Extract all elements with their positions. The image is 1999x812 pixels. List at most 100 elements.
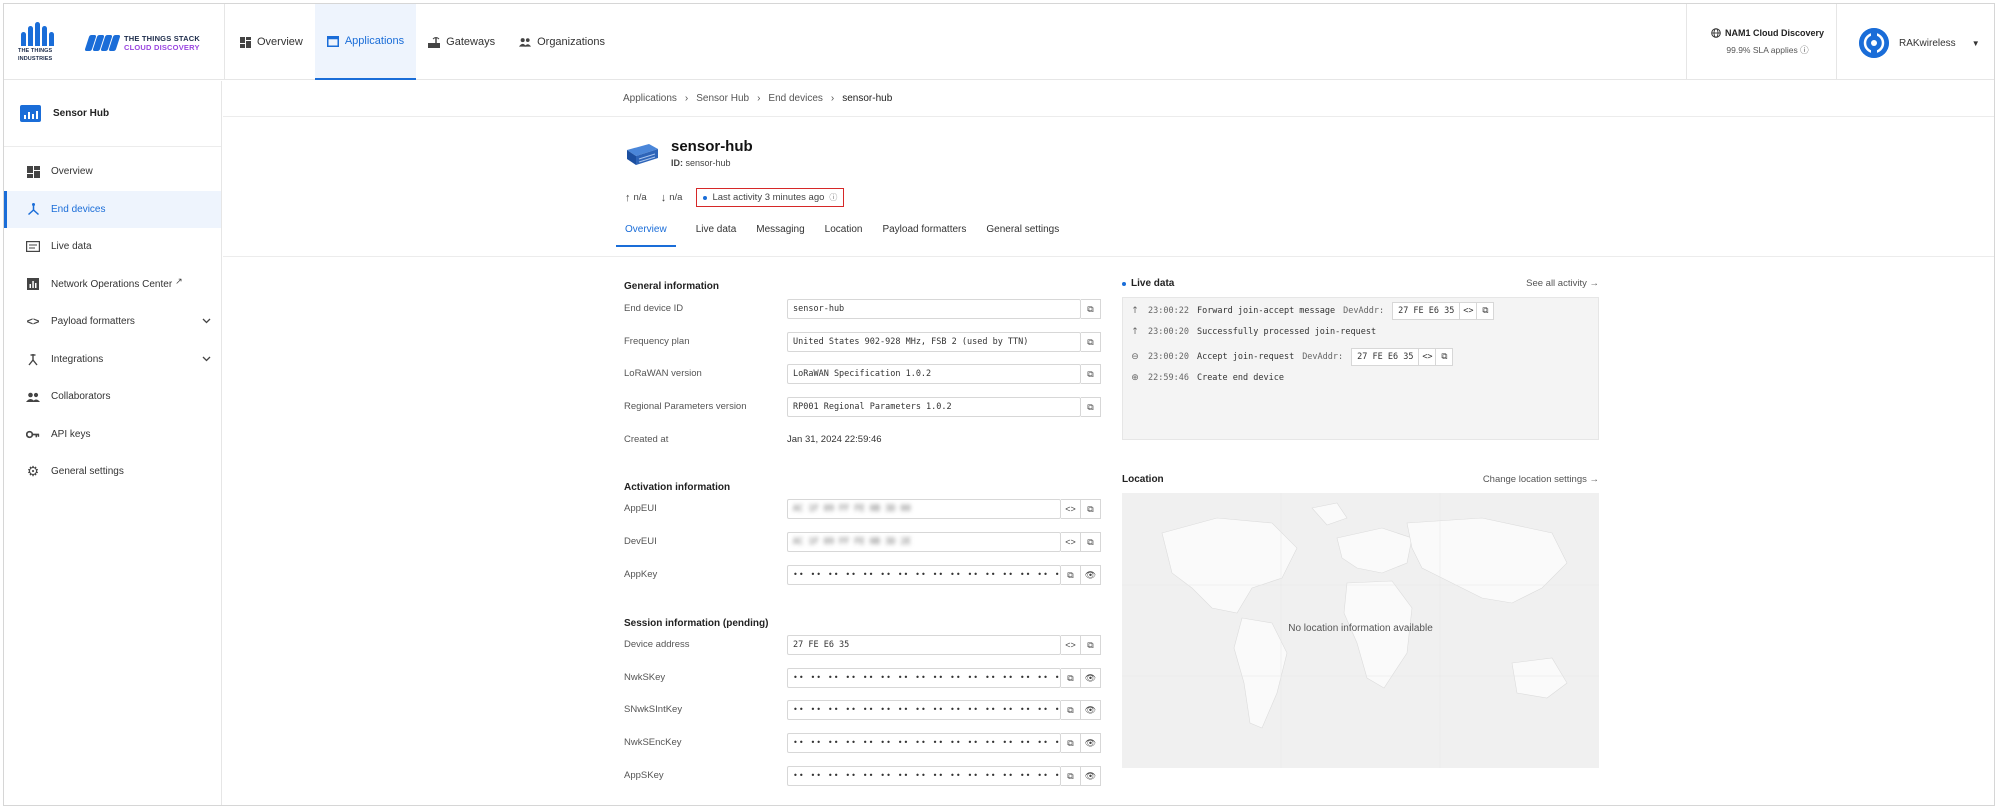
appskey-row: AppSKey •• •• •• •• •• •• •• •• •• •• ••… [624, 766, 1101, 786]
appeui-label: AppEUI [624, 503, 657, 514]
see-all-activity-link[interactable]: See all activity → [1526, 278, 1599, 289]
tab-location[interactable]: Location [825, 224, 863, 247]
event-text: Create end device [1196, 373, 1284, 383]
copy-icon[interactable]: ⧉ [1081, 397, 1101, 417]
deveui-field[interactable]: AC 1F 09 FF FE 0B 3D 2E [787, 532, 1061, 552]
change-location-link[interactable]: Change location settings → [1483, 474, 1599, 485]
copy-icon[interactable]: ⧉ [1061, 733, 1081, 753]
tab-payload-formatters[interactable]: Payload formatters [882, 224, 966, 247]
sidebar-item-api-keys[interactable]: API keys [4, 416, 221, 454]
tab-messaging[interactable]: Messaging [756, 224, 804, 247]
eye-icon[interactable]: 👁 [1081, 733, 1101, 753]
end-device-id-field[interactable]: sensor-hub [787, 299, 1081, 319]
copy-icon[interactable]: ⧉ [1081, 299, 1101, 319]
toggle-format-icon[interactable]: <> [1061, 499, 1081, 519]
user-menu[interactable]: RAKwireless ▼ [1859, 28, 1980, 58]
eye-icon[interactable]: 👁 [1081, 565, 1101, 585]
event-text: Forward join-accept message [1196, 306, 1336, 316]
event-time: 23:00:20 [1148, 352, 1189, 362]
copy-icon[interactable]: ⧉ [1081, 532, 1101, 552]
copy-icon[interactable]: ⧉ [1081, 635, 1101, 655]
regional-params-field[interactable]: RP001 Regional Parameters 1.0.2 [787, 397, 1081, 417]
sidebar-app-header[interactable]: Sensor Hub [4, 81, 221, 147]
sidebar-item-label: Payload formatters [51, 316, 135, 328]
live-event-row[interactable]: ⊖ 23:00:20 Accept join-request DevAddr: … [1130, 348, 1454, 366]
globe-icon [1711, 28, 1721, 38]
eye-icon[interactable]: 👁 [1081, 668, 1101, 688]
sidebar-item-general-settings[interactable]: ⚙ General settings [4, 453, 221, 491]
sidebar-item-collaborators[interactable]: Collaborators [4, 378, 221, 416]
appkey-field[interactable]: •• •• •• •• •• •• •• •• •• •• •• •• •• •… [787, 565, 1061, 585]
the-things-industries-logo[interactable]: THE THINGS INDUSTRIES [18, 22, 60, 64]
copy-icon[interactable]: ⧉ [1081, 364, 1101, 384]
eye-icon[interactable]: 👁 [1081, 700, 1101, 720]
sidebar-app-name: Sensor Hub [53, 108, 110, 119]
copy-icon[interactable]: ⧉ [1081, 332, 1101, 352]
breadcrumb-applications[interactable]: Applications [623, 93, 677, 104]
eye-icon[interactable]: 👁 [1081, 766, 1101, 786]
event-devaddr: 27 FE E6 35 [1392, 302, 1461, 320]
copy-icon[interactable]: ⧉ [1061, 766, 1081, 786]
copy-icon[interactable]: ⧉ [1081, 499, 1101, 519]
user-name: RAKwireless [1899, 37, 1956, 49]
tab-overview[interactable]: Overview [616, 224, 676, 247]
copy-icon[interactable]: ⧉ [1477, 302, 1495, 320]
copy-icon[interactable]: ⧉ [1061, 565, 1081, 585]
lorawan-version-row: LoRaWAN version LoRaWAN Specification 1.… [624, 364, 1101, 384]
copy-icon[interactable]: ⧉ [1436, 348, 1454, 366]
help-icon[interactable]: ⓘ [829, 192, 837, 203]
device-address-field[interactable]: 27 FE E6 35 [787, 635, 1061, 655]
nav-gateways[interactable]: Gateways [416, 4, 507, 80]
breadcrumb-end-devices[interactable]: End devices [768, 93, 822, 104]
toggle-format-icon[interactable]: <> [1061, 532, 1081, 552]
toggle-format-icon[interactable]: <> [1460, 302, 1478, 320]
top-header: THE THINGS INDUSTRIES THE THINGS STACK C… [4, 4, 1994, 80]
appeui-field[interactable]: AC 1F 09 FF FE 0B 3D 00 [787, 499, 1061, 519]
deveui-label: DevEUI [624, 536, 657, 547]
nav-organizations[interactable]: Organizations [507, 4, 617, 80]
sidebar-item-overview[interactable]: Overview [4, 153, 221, 191]
snwksintkey-field[interactable]: •• •• •• •• •• •• •• •• •• •• •• •• •• •… [787, 700, 1061, 720]
the-things-stack-logo[interactable]: THE THINGS STACK CLOUD DISCOVERY [84, 34, 200, 52]
code-icon: <> [26, 315, 40, 328]
lorawan-version-field[interactable]: LoRaWAN Specification 1.0.2 [787, 364, 1081, 384]
chevron-right-icon: › [830, 93, 835, 104]
breadcrumb-sensor-hub[interactable]: Sensor Hub [696, 93, 749, 104]
nwksenckey-field[interactable]: •• •• •• •• •• •• •• •• •• •• •• •• •• •… [787, 733, 1061, 753]
help-icon[interactable]: ⓘ [1800, 45, 1809, 55]
regional-params-row: Regional Parameters version RP001 Region… [624, 397, 1101, 417]
sidebar-item-live-data[interactable]: Live data [4, 228, 221, 266]
chevron-down-icon[interactable] [202, 354, 211, 365]
event-text: Accept join-request [1196, 352, 1295, 362]
sidebar-item-payload-formatters[interactable]: <> Payload formatters [4, 303, 221, 341]
live-event-row[interactable]: ⊕ 22:59:46 Create end device [1130, 373, 1284, 383]
nav-applications[interactable]: Applications [314, 4, 417, 80]
uplink-arrow-icon: ↑ [1131, 306, 1139, 316]
end-device-id-label: End device ID [624, 303, 684, 314]
last-activity-indicator[interactable]: Last activity 3 minutes ago ⓘ [696, 188, 845, 207]
breadcrumb: Applications › Sensor Hub › End devices … [623, 93, 892, 104]
live-event-row[interactable]: ↑ 23:00:22 Forward join-accept message D… [1130, 302, 1495, 320]
device-stats: ↑ n/a ↓ n/a Last activity 3 minutes ago ⓘ [625, 188, 845, 207]
chevron-down-icon[interactable] [202, 316, 211, 327]
cloud-region-info[interactable]: NAM1 Cloud Discovery 99.9% SLA applies ⓘ [1711, 28, 1824, 56]
copy-icon[interactable]: ⧉ [1061, 668, 1081, 688]
live-event-row[interactable]: ↑ 23:00:20 Successfully processed join-r… [1130, 327, 1376, 337]
sidebar-item-network-operations-center[interactable]: Network Operations Center ↗ [4, 266, 221, 304]
toggle-format-icon[interactable]: <> [1061, 635, 1081, 655]
frequency-plan-field[interactable]: United States 902-928 MHz, FSB 2 (used b… [787, 332, 1081, 352]
nav-overview[interactable]: Overview [227, 4, 315, 80]
sidebar-item-integrations[interactable]: Integrations [4, 341, 221, 379]
appskey-field[interactable]: •• •• •• •• •• •• •• •• •• •• •• •• •• •… [787, 766, 1061, 786]
nav-applications-label: Applications [344, 35, 405, 47]
location-map[interactable]: No location information available [1122, 493, 1599, 768]
tab-live-data[interactable]: Live data [696, 224, 737, 247]
sidebar-item-end-devices[interactable]: End devices [4, 190, 221, 228]
nwkskey-field[interactable]: •• •• •• •• •• •• •• •• •• •• •• •• •• •… [787, 668, 1061, 688]
copy-icon[interactable]: ⧉ [1061, 700, 1081, 720]
toggle-format-icon[interactable]: <> [1419, 348, 1437, 366]
live-data-panel: ↑ 23:00:22 Forward join-accept message D… [1122, 297, 1599, 440]
live-data-icon [26, 240, 40, 254]
tab-general-settings[interactable]: General settings [986, 224, 1059, 247]
sidebar-item-label: Network Operations Center [51, 278, 173, 290]
